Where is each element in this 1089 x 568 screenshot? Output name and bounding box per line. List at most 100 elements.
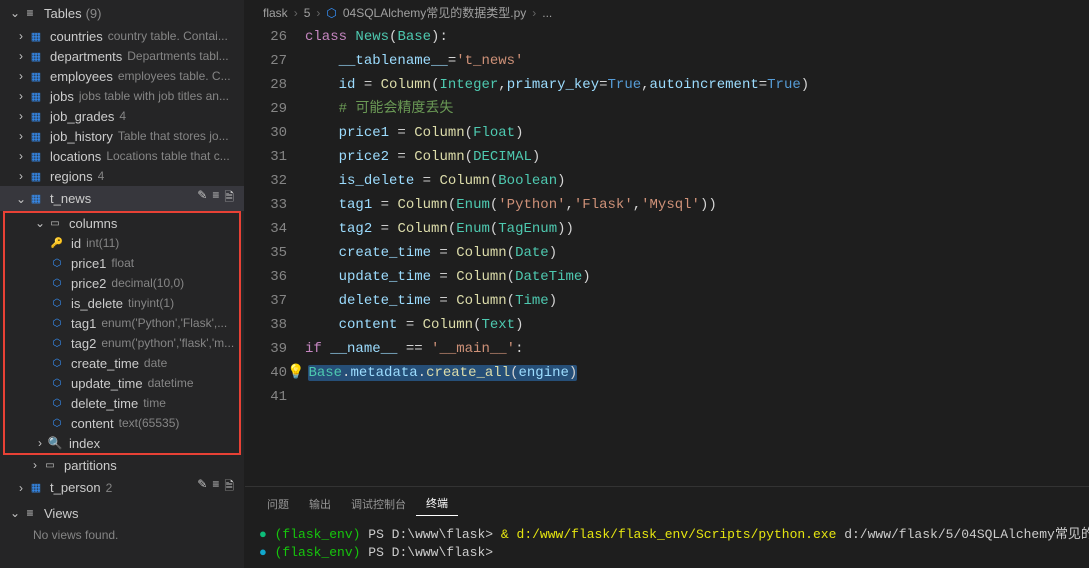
table-icon (28, 191, 44, 207)
breadcrumb-file[interactable]: 04SQLAlchemy常见的数据类型.py (343, 4, 526, 21)
list-icon[interactable]: ≡ (212, 188, 219, 209)
table-desc: 2 (106, 481, 113, 495)
table-t-news[interactable]: t_news ✎ ≡ 🗎 (0, 186, 244, 211)
partitions-folder[interactable]: partitions (0, 455, 244, 475)
tab-terminal[interactable]: 终端 (416, 491, 458, 516)
columns-folder[interactable]: columns (5, 213, 239, 233)
column-icon (49, 335, 65, 351)
term-prompt: PS D:\www\flask> (368, 545, 493, 560)
column-row[interactable]: update_timedatetime (5, 373, 239, 393)
tab-output[interactable]: 输出 (299, 492, 341, 516)
sidebar: Tables (9) countriescountry table. Conta… (0, 0, 245, 568)
breadcrumb-more[interactable]: ... (542, 6, 552, 20)
term-exe: d:/www/flask/flask_env/Scripts/python.ex… (517, 527, 837, 542)
table-row[interactable]: jobsjobs table with job titles an... (0, 86, 244, 106)
table-row[interactable]: regions 4 (0, 166, 244, 186)
tab-debug[interactable]: 调试控制台 (341, 492, 416, 516)
table-row[interactable]: locations Locations table that c... (0, 146, 244, 166)
index-folder[interactable]: 🔍 index (5, 433, 239, 453)
table-row[interactable]: departmentsDepartments tabl... (0, 46, 244, 66)
table-icon (28, 68, 44, 84)
search-icon: 🔍 (47, 435, 63, 451)
column-row[interactable]: price1 float (5, 253, 239, 273)
column-type: float (111, 256, 134, 270)
table-desc: employees table. C... (118, 69, 231, 83)
views-section-header[interactable]: Views (0, 500, 244, 526)
breadcrumb-part[interactable]: flask (263, 6, 288, 20)
table-t-person[interactable]: t_person 2 ✎ ≡ 🗎 (0, 475, 244, 500)
edit-icon[interactable]: ✎ (197, 477, 207, 498)
table-row[interactable]: countriescountry table. Contai... (0, 26, 244, 46)
code-editor[interactable]: 26272829303132333435363738394041 class N… (245, 25, 1089, 486)
chevron-right-icon (14, 169, 28, 183)
chevron-right-icon (14, 481, 28, 495)
table-desc: Locations table that c... (106, 149, 229, 163)
table-icon (28, 28, 44, 44)
column-name: update_time (71, 376, 143, 391)
column-type: time (143, 396, 166, 410)
chevron-right-icon (14, 129, 28, 143)
table-row[interactable]: job_historyTable that stores jo... (0, 126, 244, 146)
column-row[interactable]: tag1enum('Python','Flask',... (5, 313, 239, 333)
chevron-right-icon (28, 458, 42, 472)
column-row[interactable]: create_timedate (5, 353, 239, 373)
column-name: delete_time (71, 396, 138, 411)
column-name: tag2 (71, 336, 96, 351)
table-desc: Departments tabl... (127, 49, 228, 63)
term-env: (flask_env) (275, 545, 361, 560)
column-name: price1 (71, 256, 106, 271)
table-desc: jobs table with job titles an... (79, 89, 229, 103)
column-name: create_time (71, 356, 139, 371)
table-row[interactable]: employeesemployees table. C... (0, 66, 244, 86)
table-desc: 4 (119, 109, 126, 123)
column-icon (49, 315, 65, 331)
table-row[interactable]: job_grades4 (0, 106, 244, 126)
terminal-content[interactable]: ● (flask_env) PS D:\www\flask> & d:/www/… (245, 520, 1089, 568)
column-row[interactable]: tag2 enum('python','flask','m... (5, 333, 239, 353)
list-icon (22, 5, 38, 21)
column-name: tag1 (71, 316, 96, 331)
column-type: decimal(10,0) (111, 276, 184, 290)
tab-problems[interactable]: 问题 (257, 492, 299, 516)
term-script: d:/www/flask/5/04SQLAlchemy常见的数据类型.py (844, 527, 1089, 542)
column-row[interactable]: price2decimal(10,0) (5, 273, 239, 293)
column-row[interactable]: is_deletetinyint(1) (5, 293, 239, 313)
chevron-right-icon (33, 436, 47, 450)
chevron-right-icon (14, 49, 28, 63)
column-type: enum('python','flask','m... (101, 336, 234, 350)
column-icon (49, 395, 65, 411)
term-amp: & (501, 527, 509, 542)
table-name: locations (50, 149, 101, 164)
chevron-down-icon (33, 216, 47, 230)
chevron-right-icon (14, 69, 28, 83)
table-name: regions (50, 169, 93, 184)
tables-label: Tables (44, 6, 82, 21)
column-row[interactable]: idint(11) (5, 233, 239, 253)
file-icon[interactable]: 🗎 (224, 188, 234, 209)
edit-icon[interactable]: ✎ (197, 188, 207, 209)
file-icon[interactable]: 🗎 (224, 477, 234, 498)
breadcrumb[interactable]: flask › 5 › ⬡ 04SQLAlchemy常见的数据类型.py › .… (245, 0, 1089, 25)
views-empty: No views found. (0, 526, 244, 544)
tables-section-header[interactable]: Tables (9) (0, 0, 244, 26)
column-icon (49, 275, 65, 291)
chevron-right-icon: › (294, 6, 298, 20)
column-row[interactable]: contenttext(65535) (5, 413, 239, 433)
column-type: text(65535) (119, 416, 180, 430)
chevron-right-icon (14, 149, 28, 163)
folder-icon (42, 457, 58, 473)
line-number-gutter: 26272829303132333435363738394041 (245, 25, 305, 486)
columns-label: columns (69, 216, 117, 231)
bullet-icon: ● (259, 527, 267, 542)
table-desc: 4 (98, 169, 105, 183)
code-content[interactable]: class News(Base): __tablename__='t_news'… (305, 25, 1089, 486)
column-row[interactable]: delete_time time (5, 393, 239, 413)
table-icon (28, 108, 44, 124)
list-icon[interactable]: ≡ (212, 477, 219, 498)
term-env: (flask_env) (275, 527, 361, 542)
breadcrumb-part[interactable]: 5 (304, 6, 311, 20)
lightbulb-icon[interactable]: 💡 (287, 365, 304, 381)
terminal-panel: 问题 输出 调试控制台 终端 + ⌄ ▯ Py ● (flask_env) PS… (245, 486, 1089, 568)
views-empty-text: No views found. (33, 528, 118, 542)
column-icon (49, 255, 65, 271)
